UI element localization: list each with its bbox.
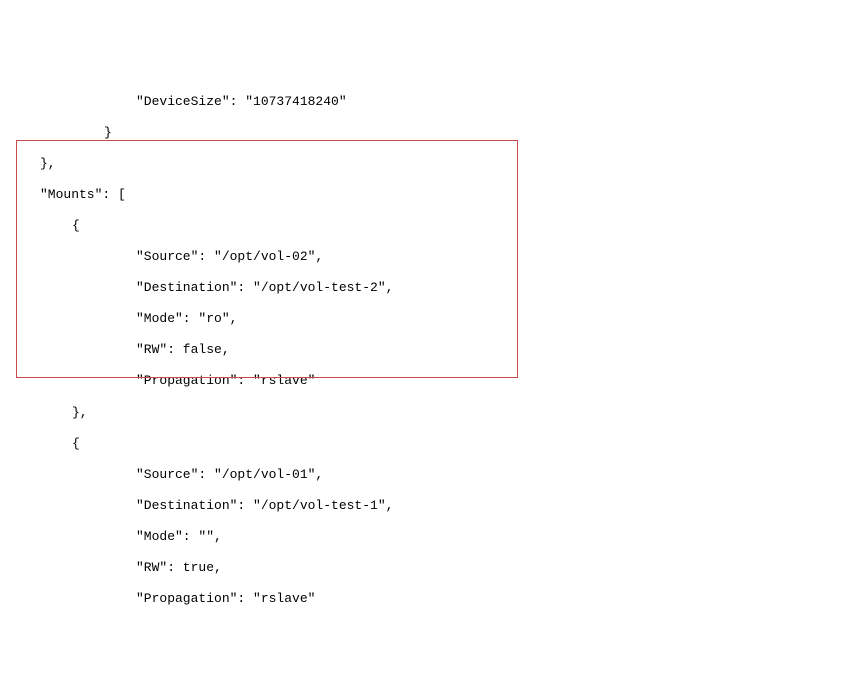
json-mount-mode: "Mode": "ro", bbox=[0, 311, 393, 327]
json-mount-rw: "RW": true, bbox=[0, 560, 393, 576]
json-mount-rw: "RW": false, bbox=[0, 342, 393, 358]
json-mount-destination: "Destination": "/opt/vol-test-2", bbox=[0, 280, 393, 296]
json-mounts-key: "Mounts": [ bbox=[0, 187, 393, 203]
json-close-brace: }, bbox=[0, 405, 393, 421]
json-open-brace: { bbox=[0, 436, 393, 452]
json-mount-destination: "Destination": "/opt/vol-test-1", bbox=[0, 498, 393, 514]
json-open-brace: { bbox=[0, 218, 393, 234]
json-mount-propagation: "Propagation": "rslave" bbox=[0, 591, 393, 607]
json-mount-source: "Source": "/opt/vol-01", bbox=[0, 467, 393, 483]
code-block: "DeviceSize": "10737418240" } }, "Mounts… bbox=[0, 78, 393, 617]
json-line: } bbox=[0, 125, 393, 141]
json-mount-source: "Source": "/opt/vol-02", bbox=[0, 249, 393, 265]
json-line: }, bbox=[0, 156, 393, 172]
json-mount-propagation: "Propagation": "rslave" bbox=[0, 373, 393, 389]
json-mount-mode: "Mode": "", bbox=[0, 529, 393, 545]
json-line: "DeviceSize": "10737418240" bbox=[0, 94, 393, 110]
